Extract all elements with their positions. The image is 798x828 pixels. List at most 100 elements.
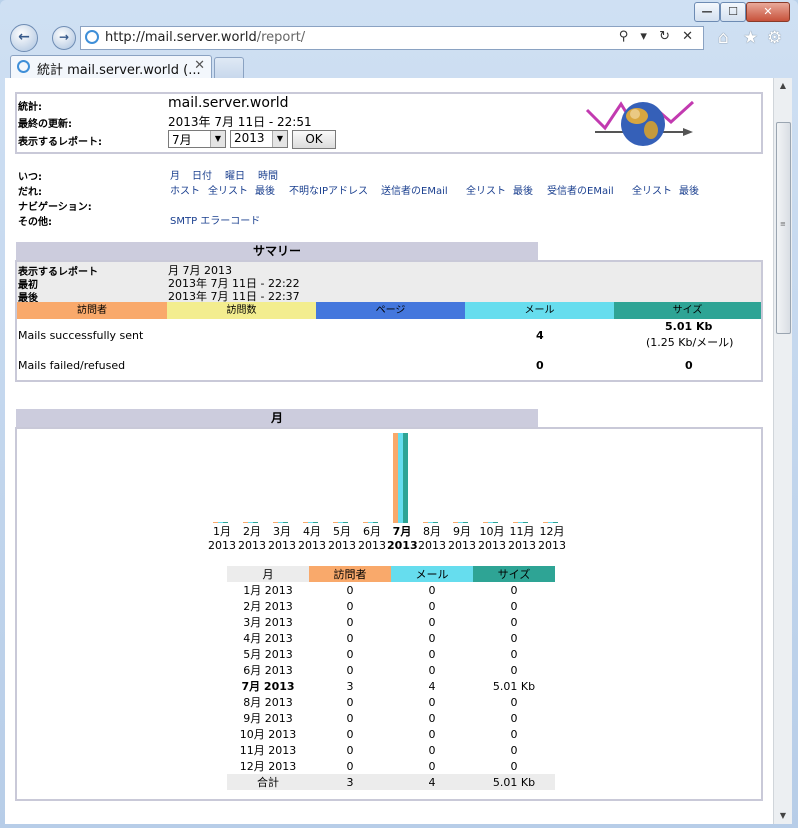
monthly-cell-size: 0 (510, 631, 518, 645)
who-link-hosts[interactable]: ホスト (170, 182, 200, 197)
table-row: 5月 2013 0 0 0 (227, 646, 555, 662)
bar-0-6 (393, 433, 398, 523)
chart-tick-label: 7月 2013 (387, 525, 418, 553)
ok-button[interactable]: OK (292, 130, 336, 149)
who-link-sender[interactable]: 送信者のEMail (381, 182, 448, 197)
monthly-cell-visitors: 0 (346, 615, 354, 629)
who-link-hosts-last[interactable]: 最後 (255, 182, 275, 197)
gear-icon[interactable]: ⚙ (767, 28, 782, 48)
monthly-cell-mail: 0 (428, 663, 436, 677)
chart-tick-year: 2013 (268, 539, 296, 552)
when-link-weekday[interactable]: 曜日 (225, 167, 245, 182)
year-select[interactable]: 2013 ▼ (230, 130, 288, 148)
chart-tick-month: 6月 (363, 525, 381, 538)
minimize-button[interactable]: — (694, 2, 720, 22)
monthly-cell-mail: 0 (428, 695, 436, 709)
monthly-cell-month: 5月 2013 (243, 648, 293, 661)
when-link-hour[interactable]: 時間 (258, 167, 278, 182)
monthly-cell-month: 4月 2013 (243, 632, 293, 645)
when-link-date[interactable]: 日付 (192, 167, 212, 182)
tab-close-icon[interactable]: ✕ (194, 58, 205, 73)
monthly-cell-size: 5.01 Kb (492, 679, 536, 693)
address-tools[interactable]: ⚲ ▾ ↻ ✕ (619, 29, 697, 44)
bar-2-6 (403, 433, 408, 523)
monthly-cell-visitors: 0 (346, 695, 354, 709)
monthly-total-size: 5.01 Kb (492, 775, 536, 789)
scroll-thumb[interactable]: ≡ (776, 122, 791, 334)
when-link-month[interactable]: 月 (170, 167, 180, 182)
vertical-scrollbar[interactable]: ▲ ≡ ▼ (773, 78, 792, 824)
navigation-label: ナビゲーション: (18, 202, 92, 213)
forward-button[interactable]: → (52, 26, 76, 50)
new-tab-button[interactable] (214, 57, 244, 78)
maximize-button[interactable]: ☐ (720, 2, 746, 22)
monthly-cell-visitors: 0 (346, 743, 354, 757)
other-link-smtp[interactable]: SMTP エラーコード (170, 212, 260, 227)
scroll-down-arrow-icon[interactable]: ▼ (775, 808, 791, 824)
updated-value: 2013年 7月 11日 - 22:51 (168, 115, 312, 129)
table-row: 7月 2013 3 4 5.01 Kb (227, 678, 555, 694)
tab-active[interactable]: 統計 mail.server.world (... ✕ (10, 55, 212, 78)
chart-tick-year: 2013 (448, 539, 476, 552)
address-bar[interactable]: http://mail.server.world/report/ ⚲ ▾ ↻ ✕ (80, 26, 704, 50)
who-link-unknown-ip[interactable]: 不明なIPアドレス (289, 182, 368, 197)
url-text: http://mail.server.world/report/ (105, 30, 305, 45)
monthly-table: 月 訪問者 メール サイズ 1月 2013 0 0 0 2月 2013 0 0 0 3月 201… (227, 566, 555, 790)
tab-bar: 統計 mail.server.world (... ✕ (6, 54, 792, 78)
monthly-total-visitors: 3 (346, 775, 354, 789)
monthly-cell-size: 0 (510, 759, 518, 773)
chart-tick-month: 9月 (453, 525, 471, 538)
chart-tick-label: 10月 2013 (477, 525, 507, 553)
bar-2-0 (223, 522, 228, 523)
favorites-star-icon[interactable]: ★ (743, 28, 758, 48)
chart-tick-year: 2013 (418, 539, 446, 552)
monthly-th-mail: メール (391, 566, 473, 582)
monthly-total-mail: 4 (428, 775, 436, 789)
chart-tick-month: 2月 (243, 525, 261, 538)
chart-tick-month: 7月 (392, 525, 412, 538)
page-content: 統計: mail.server.world 最終の更新: 2013年 7月 11… (5, 78, 773, 824)
chart-tick-year: 2013 (478, 539, 506, 552)
home-icon[interactable]: ⌂ (718, 28, 729, 48)
scroll-up-arrow-icon[interactable]: ▲ (775, 78, 791, 94)
summary-col-pages: ページ (316, 302, 465, 319)
monthly-cell-mail: 0 (428, 583, 436, 597)
bar-0-2 (273, 522, 278, 523)
who-link-receiver-all[interactable]: 全リスト (632, 182, 672, 197)
bar-2-4 (343, 522, 348, 523)
month-select-value: 7月 (172, 133, 192, 147)
navigation-bar: ← → http://mail.server.world/report/ ⚲ ▾… (6, 24, 792, 52)
monthly-cell-size: 0 (510, 663, 518, 677)
bar-1-0 (218, 522, 223, 523)
who-link-sender-all[interactable]: 全リスト (466, 182, 506, 197)
who-link-hosts-all[interactable]: 全リスト (208, 182, 248, 197)
who-link-receiver-last[interactable]: 最後 (679, 182, 699, 197)
server-name: mail.server.world (168, 95, 289, 111)
chart-tick-year: 2013 (298, 539, 326, 552)
bar-0-10 (513, 522, 518, 523)
back-button[interactable]: ← (10, 24, 38, 52)
monthly-cell-month: 9月 2013 (243, 712, 293, 725)
window-controls: — ☐ ✕ (694, 2, 790, 22)
monthly-cell-month: 8月 2013 (243, 696, 293, 709)
who-link-receiver[interactable]: 受信者のEMail (547, 182, 614, 197)
bar-2-10 (523, 522, 528, 523)
monthly-cell-visitors: 0 (346, 727, 354, 741)
monthly-cell-month: 6月 2013 (243, 664, 293, 677)
table-row: 12月 2013 0 0 0 (227, 758, 555, 774)
monthly-cell-month: 12月 2013 (239, 760, 297, 773)
monthly-cell-visitors: 0 (346, 631, 354, 645)
monthly-cell-mail: 0 (428, 599, 436, 613)
awstats-globe-logo (585, 100, 695, 146)
summary-col-size: サイズ (614, 302, 761, 319)
monthly-cell-month: 2月 2013 (243, 600, 293, 613)
summary-row-sent-size: 5.01 Kb (665, 320, 713, 333)
month-select[interactable]: 7月 ▼ (168, 130, 226, 148)
table-row: 2月 2013 0 0 0 (227, 598, 555, 614)
chart-tick-label: 2月 2013 (237, 525, 267, 553)
monthly-cell-visitors: 0 (346, 711, 354, 725)
close-window-button[interactable]: ✕ (746, 2, 790, 22)
chart-tick-label: 9月 2013 (447, 525, 477, 553)
who-link-sender-last[interactable]: 最後 (513, 182, 533, 197)
summary-row-failed-label: Mails failed/refused (18, 359, 126, 372)
